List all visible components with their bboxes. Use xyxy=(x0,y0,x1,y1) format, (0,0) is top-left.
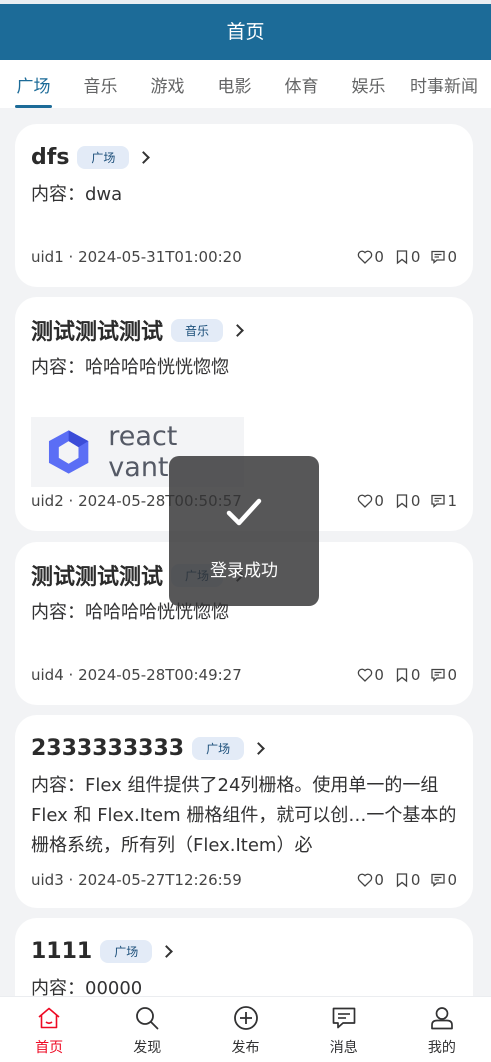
post-stats: 0 0 0 xyxy=(357,666,457,684)
post-title: 2333333333 xyxy=(31,735,185,761)
like-button[interactable]: 0 xyxy=(357,492,384,510)
login-success-toast: 登录成功 xyxy=(169,456,319,606)
tab-square[interactable]: 广场 xyxy=(0,60,67,108)
react-vant-logo-icon xyxy=(48,430,89,474)
heart-icon xyxy=(358,250,373,264)
nav-discover[interactable]: 发现 xyxy=(98,997,196,1062)
comment-button[interactable]: 0 xyxy=(430,666,457,684)
nav-label: 消息 xyxy=(329,1040,358,1056)
post-header[interactable]: dfs 广场 xyxy=(31,140,457,174)
post-meta: uid1 · 2024-05-31T01:00:20 xyxy=(31,248,242,266)
post-header[interactable]: 1111 广场 xyxy=(31,934,457,968)
category-tag: 广场 xyxy=(100,939,153,963)
post-stats: 0 0 0 xyxy=(357,871,457,889)
bottom-nav: 首页 发现 发布 消息 我的 xyxy=(0,996,491,1062)
bookmark-icon xyxy=(396,250,408,265)
post-card[interactable]: 1111 广场 内容：00000 xyxy=(15,918,473,996)
add-circle-icon xyxy=(233,1006,258,1030)
message-icon xyxy=(332,1007,356,1029)
post-stats: 0 0 1 xyxy=(357,492,457,510)
chevron-right-icon xyxy=(231,323,244,337)
page-title: 首页 xyxy=(226,20,265,43)
post-title: 1111 xyxy=(31,938,93,964)
bookmark-icon xyxy=(396,873,408,888)
favorite-button[interactable]: 0 xyxy=(394,666,420,684)
bookmark-icon xyxy=(396,668,408,683)
comment-icon xyxy=(431,668,446,682)
favorite-button[interactable]: 0 xyxy=(394,248,420,266)
tab-music[interactable]: 音乐 xyxy=(67,60,134,108)
post-stats: 0 0 0 xyxy=(357,248,457,266)
nav-messages[interactable]: 消息 xyxy=(295,997,393,1062)
post-content: 内容：dwa xyxy=(31,184,123,205)
comment-button[interactable]: 1 xyxy=(430,492,457,510)
comment-button[interactable]: 0 xyxy=(430,248,457,266)
top-bar: 首页 xyxy=(0,0,491,60)
post-footer: uid3 · 2024-05-27T12:26:59 0 0 0 xyxy=(31,870,457,890)
like-button[interactable]: 0 xyxy=(357,248,384,266)
tab-movies[interactable]: 电影 xyxy=(201,60,268,108)
like-button[interactable]: 0 xyxy=(357,871,384,889)
tab-news[interactable]: 时事新闻 xyxy=(402,60,491,108)
post-footer: uid1 · 2024-05-31T01:00:20 0 0 0 xyxy=(31,247,457,267)
nav-home[interactable]: 首页 xyxy=(0,997,98,1062)
nav-label: 首页 xyxy=(35,1040,64,1056)
favorite-button[interactable]: 0 xyxy=(394,492,420,510)
post-content: 内容：Flex 组件提供了24列栅格。使用单一的一组 Flex 和 Flex.I… xyxy=(31,775,457,856)
bookmark-icon xyxy=(396,494,408,509)
favorite-button[interactable]: 0 xyxy=(394,871,420,889)
post-title: dfs xyxy=(31,144,70,170)
search-icon xyxy=(136,1007,159,1030)
category-tag: 广场 xyxy=(77,145,130,169)
home-icon xyxy=(38,1007,60,1029)
post-title: 测试测试测试 xyxy=(31,320,164,345)
nav-profile[interactable]: 我的 xyxy=(393,997,491,1062)
post-content: 内容：00000 xyxy=(31,978,143,996)
comment-icon xyxy=(431,494,446,508)
user-icon xyxy=(431,1007,453,1030)
heart-icon xyxy=(358,668,373,682)
chevron-right-icon xyxy=(137,150,151,164)
category-tag: 音乐 xyxy=(171,318,224,342)
post-meta: uid3 · 2024-05-27T12:26:59 xyxy=(31,871,242,889)
post-card[interactable]: 2333333333 广场 内容：Flex 组件提供了24列栅格。使用单一的一组… xyxy=(15,715,473,908)
chevron-right-icon xyxy=(252,741,265,755)
nav-label: 发现 xyxy=(133,1040,162,1056)
tab-games[interactable]: 游戏 xyxy=(134,60,201,108)
post-content: 内容：哈哈哈哈恍恍惚惚 xyxy=(31,357,229,378)
tab-entertainment[interactable]: 娱乐 xyxy=(335,60,402,108)
post-header[interactable]: 2333333333 广场 xyxy=(31,731,457,765)
category-tag: 广场 xyxy=(192,736,245,760)
category-tabs: 广场 音乐 游戏 电影 体育 娱乐 时事新闻 xyxy=(0,60,491,108)
post-card[interactable]: dfs 广场 内容：dwa uid1 · 2024-05-31T01:00:20… xyxy=(15,124,473,287)
toast-message: 登录成功 xyxy=(210,561,278,581)
comment-icon xyxy=(431,250,446,264)
post-meta: uid4 · 2024-05-28T00:49:27 xyxy=(31,666,242,684)
comment-icon xyxy=(431,873,446,887)
nav-label: 我的 xyxy=(427,1040,456,1056)
post-footer: uid4 · 2024-05-28T00:49:27 0 0 0 xyxy=(31,665,457,685)
heart-icon xyxy=(358,873,373,887)
tab-sports[interactable]: 体育 xyxy=(268,60,335,108)
checkmark-icon xyxy=(226,498,262,526)
post-title: 测试测试测试 xyxy=(31,565,164,590)
chevron-right-icon xyxy=(160,944,174,958)
like-button[interactable]: 0 xyxy=(357,666,384,684)
nav-label: 发布 xyxy=(231,1040,260,1056)
nav-publish[interactable]: 发布 xyxy=(196,997,294,1062)
comment-button[interactable]: 0 xyxy=(430,871,457,889)
post-header[interactable]: 测试测试测试 音乐 xyxy=(31,313,457,347)
heart-icon xyxy=(358,494,373,508)
